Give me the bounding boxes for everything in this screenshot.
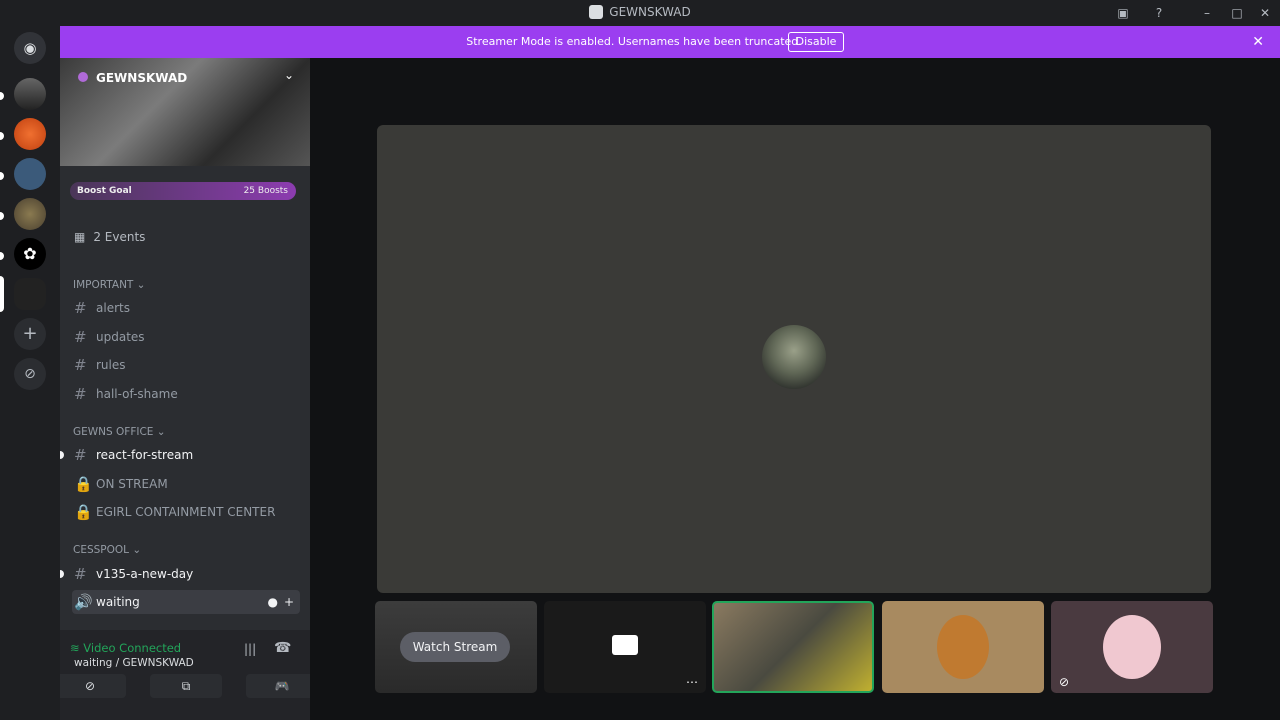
- channel-updates[interactable]: # updates: [72, 325, 300, 349]
- discord-home-icon[interactable]: ◉: [14, 32, 46, 64]
- unread-indicator: [0, 92, 4, 100]
- server-icon-jabajaw[interactable]: [14, 158, 46, 190]
- channel-v135[interactable]: # v135-a-new-day: [72, 562, 300, 586]
- hash-icon: #: [74, 356, 87, 374]
- unread-indicator: [0, 212, 4, 220]
- participant-tile-avatar[interactable]: [882, 601, 1044, 693]
- disable-button[interactable]: Disable: [788, 32, 844, 52]
- boost-goal-label: Boost Goal: [77, 186, 132, 196]
- server-logo-icon: [589, 5, 604, 19]
- participant-avatar: [762, 325, 826, 389]
- unread-indicator: [60, 570, 64, 578]
- server-icon-butterfly[interactable]: ✿: [14, 238, 46, 270]
- hash-icon: #: [74, 385, 87, 403]
- activity-button[interactable]: 🎮: [246, 674, 310, 698]
- speaker-icon: 🔊: [74, 593, 93, 611]
- channel-on-stream[interactable]: 🔒 ON STREAM: [72, 472, 300, 496]
- stream-tile[interactable]: Watch Stream: [375, 601, 537, 693]
- window-title: GEWNSKWAD: [0, 5, 1280, 19]
- participant-avatar: [1103, 615, 1161, 679]
- server-icon-cookie[interactable]: [14, 198, 46, 230]
- lock-icon: 🔒: [74, 475, 93, 493]
- server-icon-truck[interactable]: [14, 78, 46, 110]
- voice-location[interactable]: waiting / GEWNSKWAD: [74, 657, 194, 669]
- channel-react-for-stream[interactable]: # react-for-stream: [72, 443, 300, 467]
- disconnect-icon[interactable]: ☎: [274, 640, 291, 656]
- selected-indicator: [0, 276, 4, 312]
- voice-status: ≋ Video Connected: [70, 641, 182, 655]
- hash-icon: #: [74, 299, 87, 317]
- channel-alerts[interactable]: # alerts: [72, 296, 300, 320]
- boost-goal-bar[interactable]: Boost Goal 25 Boosts: [70, 182, 296, 200]
- camera-off-button[interactable]: ⊘: [60, 674, 126, 698]
- camera-tile[interactable]: ⋯: [544, 601, 706, 693]
- inbox-icon[interactable]: ▣: [1115, 5, 1131, 21]
- boost-count: 25 Boosts: [243, 186, 288, 196]
- voice-channel-waiting[interactable]: 🔊 waiting ● +: [72, 590, 300, 614]
- minimize-icon[interactable]: –: [1199, 5, 1215, 21]
- hash-icon: #: [74, 565, 87, 583]
- server-header[interactable]: GEWNSKWAD ⌄: [60, 58, 310, 166]
- voice-status-panel: ≋ Video Connected waiting / GEWNSKWAD ||…: [60, 630, 310, 720]
- speaking-participant-tile[interactable]: [712, 601, 874, 693]
- title-bar: GEWNSKWAD ▣ ? – □ ✕: [0, 0, 1280, 26]
- close-icon[interactable]: ✕: [1252, 34, 1264, 50]
- lock-icon: 🔒: [74, 503, 93, 521]
- channel-hall-of-shame[interactable]: # hall-of-shame: [72, 382, 300, 406]
- chat-icon[interactable]: ●: [268, 590, 278, 614]
- hash-icon: #: [74, 446, 87, 464]
- discover-icon[interactable]: ⊘: [14, 358, 46, 390]
- muted-icon: ⊘: [1059, 675, 1070, 689]
- server-icon-fox[interactable]: [14, 118, 46, 150]
- focused-participant-tile[interactable]: [377, 125, 1211, 593]
- channel-egirl[interactable]: 🔒 EGIRL CONTAINMENT CENTER: [72, 500, 300, 524]
- channel-rules[interactable]: # rules: [72, 353, 300, 377]
- server-icon-gewnskwad[interactable]: [14, 278, 46, 310]
- streamer-mode-banner: Streamer Mode is enabled. Usernames have…: [60, 26, 1280, 58]
- maximize-icon[interactable]: □: [1229, 5, 1245, 21]
- camera-icon: [612, 635, 638, 655]
- hash-icon: #: [74, 328, 87, 346]
- screen-share-icon: ⧉: [181, 679, 191, 693]
- calendar-icon: ▦: [74, 230, 86, 244]
- unread-indicator: [0, 252, 4, 260]
- unread-indicator: [60, 451, 64, 459]
- signal-icon: ≋: [70, 641, 84, 655]
- server-name: GEWNSKWAD: [96, 71, 188, 85]
- watch-stream-button[interactable]: Watch Stream: [400, 632, 510, 662]
- category-important[interactable]: IMPORTANT ⌄: [73, 279, 145, 291]
- noise-suppression-icon[interactable]: |||: [244, 642, 256, 656]
- channel-sidebar: GEWNSKWAD ⌄ Boost Goal 25 Boosts ▦ 2 Even…: [60, 58, 310, 720]
- server-badge-icon: [78, 72, 88, 82]
- participant-tile-muted[interactable]: ⊘: [1051, 601, 1213, 693]
- activity-icon: 🎮: [274, 679, 290, 693]
- events-item[interactable]: ▦ 2 Events: [74, 230, 145, 244]
- more-icon[interactable]: ⋯: [686, 675, 698, 689]
- category-cesspool[interactable]: CESSPOOL ⌄: [73, 544, 141, 556]
- help-icon[interactable]: ?: [1151, 5, 1167, 21]
- add-member-icon[interactable]: +: [284, 590, 294, 614]
- server-list: ◉ ✿ + ⊘: [0, 26, 60, 720]
- participant-avatar: [937, 615, 989, 679]
- unread-indicator: [0, 132, 4, 140]
- screen-share-button[interactable]: ⧉: [150, 674, 222, 698]
- banner-message: Streamer Mode is enabled. Usernames have…: [466, 35, 802, 48]
- camera-off-icon: ⊘: [84, 679, 96, 693]
- chevron-down-icon[interactable]: ⌄: [284, 68, 294, 82]
- close-window-icon[interactable]: ✕: [1257, 5, 1273, 21]
- unread-indicator: [0, 172, 4, 180]
- category-gewns-office[interactable]: GEWNS OFFICE ⌄: [73, 426, 166, 438]
- voice-call-area: Watch Stream ⋯ ⊘: [310, 58, 1280, 720]
- add-server-icon[interactable]: +: [14, 318, 46, 350]
